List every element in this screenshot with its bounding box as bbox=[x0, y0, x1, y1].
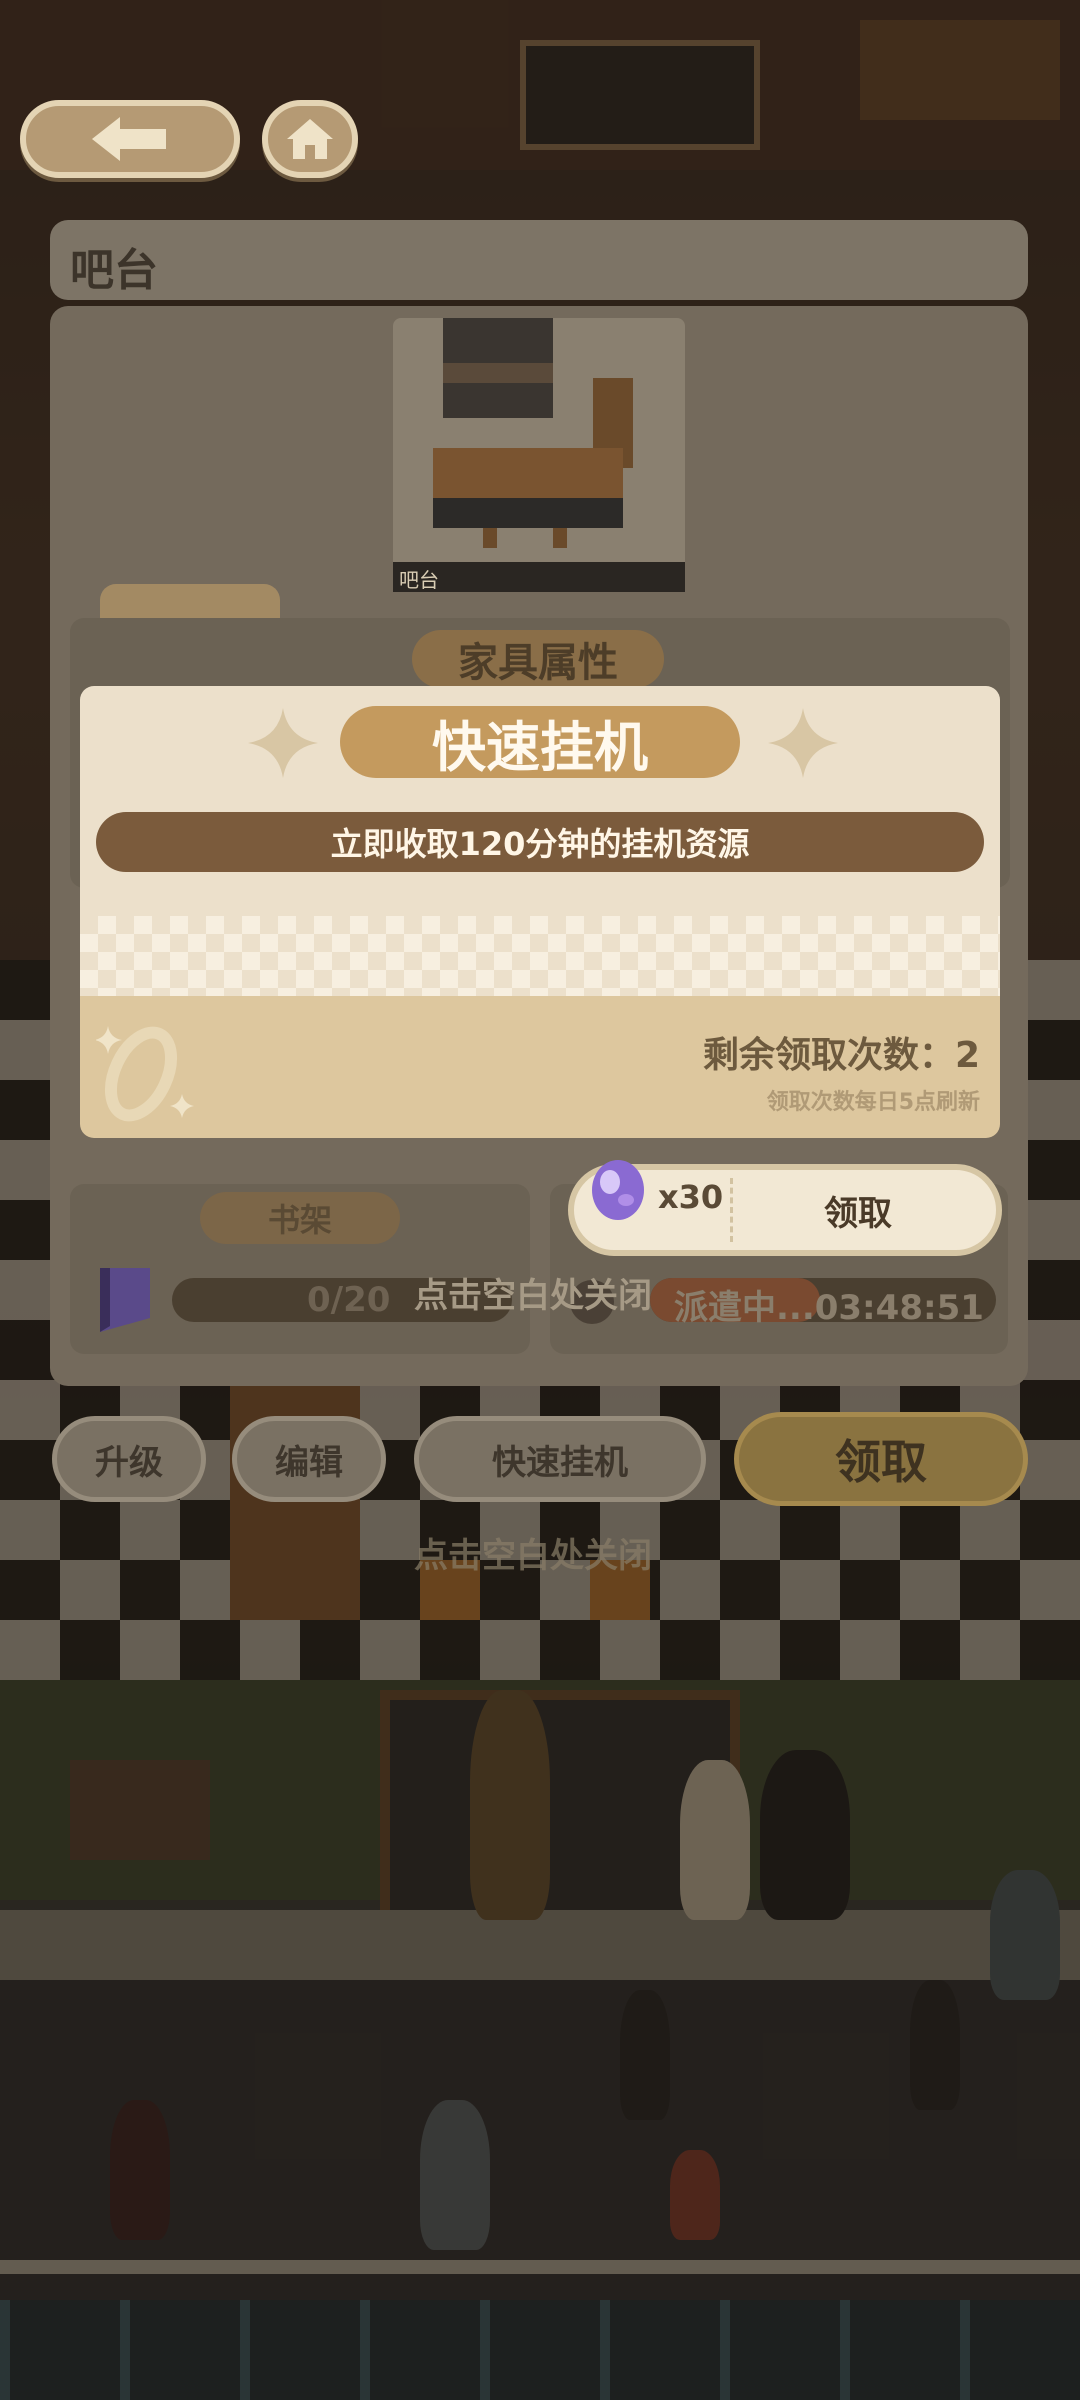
dispatch-status-bar: 派遣中...03:48:51 bbox=[650, 1278, 996, 1328]
bookshelf-progress-text: 0/20 bbox=[307, 1280, 391, 1320]
book-icon bbox=[100, 1268, 150, 1332]
dispatch-status-text: 派遣中...03:48:51 bbox=[674, 1288, 984, 1328]
bookshelf-label-pill: 书架 bbox=[200, 1192, 400, 1244]
sparkle-icon bbox=[768, 708, 838, 778]
back-button[interactable] bbox=[20, 100, 240, 178]
upgrade-button[interactable]: 升级 bbox=[52, 1416, 206, 1502]
refresh-note: 领取次数每日5点刷新 bbox=[766, 1090, 980, 1115]
arrow-left-icon bbox=[92, 117, 166, 161]
popup-pattern-divider bbox=[80, 916, 1000, 996]
panel-title: 吧台 bbox=[70, 245, 158, 296]
bar-counter-icon bbox=[433, 318, 633, 548]
attribute-title-pill: 家具属性 bbox=[412, 630, 664, 688]
panel-header: 吧台 bbox=[50, 220, 1028, 300]
tap-close-hint: 点击空白处关闭 bbox=[414, 1276, 652, 1316]
remaining-count: 剩余领取次数：2 bbox=[702, 1035, 980, 1076]
edit-button[interactable]: 编辑 bbox=[232, 1416, 386, 1502]
quick-idle-button[interactable]: 快速挂机 bbox=[414, 1416, 706, 1502]
reward-quantity: x30 bbox=[658, 1178, 724, 1216]
crystal-orb-icon bbox=[592, 1160, 644, 1220]
attribute-title: 家具属性 bbox=[458, 640, 618, 686]
popup-body: 剩余领取次数：2 领取次数每日5点刷新 bbox=[80, 996, 1000, 1138]
furniture-caption: 吧台 bbox=[399, 568, 439, 592]
popup-subtitle: 立即收取120分钟的挂机资源 bbox=[96, 812, 984, 872]
home-button[interactable] bbox=[262, 100, 358, 178]
sparkle-icon bbox=[248, 708, 318, 778]
claim-reward-label: 领取 bbox=[824, 1194, 892, 1234]
popup-title: 快速挂机 bbox=[340, 706, 740, 779]
bookshelf-label: 书架 bbox=[267, 1201, 332, 1239]
furniture-preview: 吧台 bbox=[393, 318, 685, 592]
ticket-icon bbox=[96, 1026, 194, 1122]
background-tap-hint: 点击空白处关闭 bbox=[414, 1536, 652, 1576]
claim-button[interactable]: 领取 bbox=[734, 1412, 1028, 1506]
furniture-caption-bar: 吧台 bbox=[393, 562, 685, 592]
home-icon bbox=[287, 119, 333, 159]
